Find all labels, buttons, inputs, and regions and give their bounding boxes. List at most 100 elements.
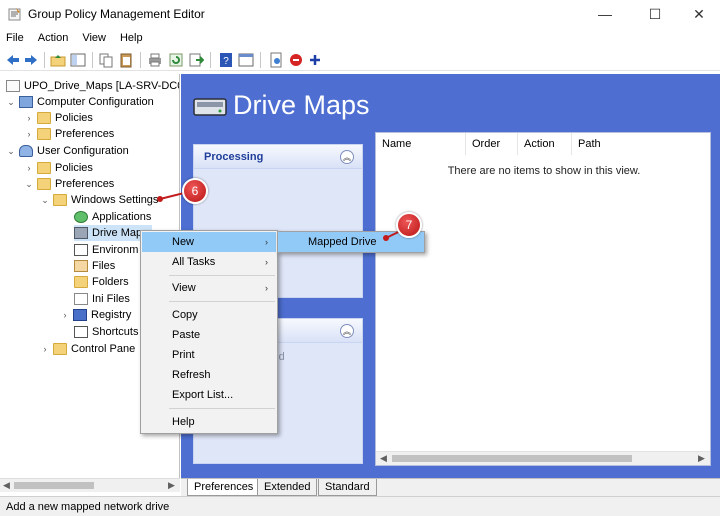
column-header-order[interactable]: Order [466, 133, 518, 155]
up-folder-icon[interactable] [50, 52, 66, 68]
tree-item-user-configuration[interactable]: ⌄ User Configuration [6, 143, 129, 159]
menu-separator [169, 275, 275, 276]
scroll-thumb[interactable] [392, 455, 632, 462]
expand-chevron-icon[interactable]: › [24, 129, 34, 139]
tree-item-folders[interactable]: Folders [74, 274, 129, 290]
menu-action[interactable]: Action [38, 32, 69, 44]
back-icon[interactable] [5, 52, 21, 68]
tree-item-label: Preferences [55, 178, 115, 190]
menu-item-help[interactable]: Help [142, 412, 276, 432]
maximize-button[interactable]: ☐ [632, 0, 678, 28]
menu-separator [169, 301, 275, 302]
collapse-chevron-icon[interactable]: ⌄ [6, 146, 16, 157]
list-horizontal-scrollbar[interactable]: ◀ ▶ [376, 451, 710, 465]
close-button[interactable]: ✕ [676, 0, 720, 28]
new-item-icon[interactable] [268, 52, 284, 68]
tree-item-shortcuts[interactable]: Shortcuts [74, 324, 138, 340]
menu-separator [169, 408, 275, 409]
column-header-name[interactable]: Name [376, 133, 466, 155]
collapse-chevron-icon[interactable]: ⌄ [40, 195, 50, 206]
tree-item-root[interactable]: UPO_Drive_Maps [LA-SRV-DC01 [6, 78, 179, 94]
paste-icon[interactable] [118, 52, 134, 68]
menu-file[interactable]: File [6, 32, 24, 44]
menu-item-print[interactable]: Print [142, 345, 276, 365]
tree-item-label: Policies [55, 112, 93, 124]
window-title: Group Policy Management Editor [28, 7, 205, 21]
scroll-left-icon[interactable]: ◀ [380, 453, 387, 464]
show-hide-tree-icon[interactable] [70, 52, 86, 68]
tab-extended[interactable]: Extended [257, 479, 318, 496]
copy-icon[interactable] [98, 52, 114, 68]
menu-item-label: View [172, 282, 196, 294]
refresh-icon[interactable] [168, 52, 184, 68]
print-icon[interactable] [147, 52, 163, 68]
drive-icon [74, 227, 88, 239]
tree-item-control-panel[interactable]: › Control Pane [40, 341, 135, 357]
tree-item-registry[interactable]: › Registry [60, 307, 131, 323]
export-icon[interactable] [188, 52, 204, 68]
folder-icon [37, 162, 51, 174]
tree-item-cc-policies[interactable]: › Policies [24, 110, 93, 126]
folder-icon [74, 276, 88, 288]
expand-chevron-icon[interactable]: › [24, 163, 34, 173]
column-header-path[interactable]: Path [572, 133, 712, 155]
tree-item-windows-settings[interactable]: ⌄ Windows Settings [40, 192, 158, 208]
forward-icon[interactable] [23, 52, 39, 68]
toolbar-separator [210, 52, 211, 68]
menu-view[interactable]: View [82, 32, 106, 44]
scroll-right-icon[interactable]: ▶ [168, 480, 175, 491]
menu-item-all-tasks[interactable]: All Tasks › [142, 252, 276, 272]
tree-item-label: Folders [92, 276, 129, 288]
collapse-chevron-icon[interactable]: ⌄ [6, 97, 16, 108]
empty-list-message: There are no items to show in this view. [447, 165, 641, 177]
tab-standard[interactable]: Standard [318, 479, 377, 496]
expand-chevron-icon[interactable]: › [60, 310, 70, 320]
tree-item-label: Windows Settings [71, 194, 159, 206]
collapse-chevron-icon[interactable]: ⌄ [24, 179, 34, 190]
menu-item-paste[interactable]: Paste [142, 325, 276, 345]
toolbar-separator [260, 52, 261, 68]
menu-item-label: New [172, 236, 195, 248]
tree-horizontal-scrollbar[interactable]: ◀ ▶ [0, 478, 180, 492]
menu-item-mapped-drive[interactable]: Mapped Drive [308, 236, 376, 248]
tree-item-computer-configuration[interactable]: ⌄ Computer Configuration [6, 94, 154, 110]
applications-icon [74, 211, 88, 223]
tree-item-files[interactable]: Files [74, 258, 115, 274]
menu-item-label: All Tasks [172, 256, 216, 268]
expand-chevron-icon[interactable]: › [24, 113, 34, 123]
tree-item-applications[interactable]: Applications [74, 209, 151, 225]
help-icon[interactable]: ? [218, 52, 234, 68]
scroll-thumb[interactable] [14, 482, 94, 489]
tree-item-label: Environm [92, 244, 139, 256]
scroll-left-icon[interactable]: ◀ [3, 480, 10, 491]
tree-item-label: User Configuration [37, 145, 129, 157]
collapse-up-icon[interactable]: ︽ [340, 150, 354, 164]
menu-item-new[interactable]: New › [142, 232, 276, 252]
tree-item-uc-policies[interactable]: › Policies [24, 160, 93, 176]
menu-item-view[interactable]: View › [142, 278, 276, 298]
add-icon[interactable] [307, 52, 323, 68]
svg-text:?: ? [223, 56, 229, 67]
collapse-up-icon[interactable]: ︽ [340, 324, 354, 338]
column-header-action[interactable]: Action [518, 133, 572, 155]
tree-item-label: Policies [55, 162, 93, 174]
menu-help[interactable]: Help [120, 32, 143, 44]
tab-preferences[interactable]: Preferences [187, 479, 261, 496]
minimize-button[interactable]: — [582, 0, 628, 28]
computer-icon [19, 96, 33, 108]
menu-item-export-list[interactable]: Export List... [142, 385, 276, 405]
scroll-right-icon[interactable]: ▶ [698, 453, 705, 464]
menu-item-copy[interactable]: Copy [142, 305, 276, 325]
tree-item-ini-files[interactable]: Ini Files [74, 291, 130, 307]
delete-icon[interactable] [288, 52, 304, 68]
tree-item-uc-preferences[interactable]: ⌄ Preferences [24, 176, 114, 192]
user-icon [19, 145, 33, 157]
menu-bar: File Action View Help [0, 28, 720, 48]
properties-icon[interactable] [238, 52, 254, 68]
expand-chevron-icon[interactable]: › [40, 344, 50, 354]
context-menu: New › All Tasks › View › Copy Paste Prin… [140, 230, 278, 434]
tree-item-cc-preferences[interactable]: › Preferences [24, 126, 114, 142]
menu-item-refresh[interactable]: Refresh [142, 365, 276, 385]
tree-item-environment[interactable]: Environm [74, 242, 138, 258]
menu-item-label: Refresh [172, 369, 211, 381]
